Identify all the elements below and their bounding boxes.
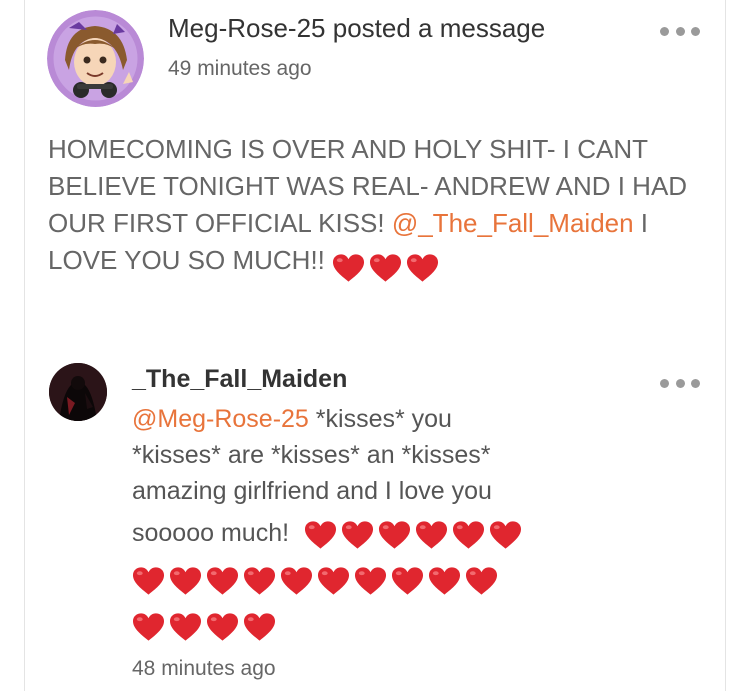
- post-action-text: posted a message: [332, 13, 546, 43]
- heart-emoji-icon: [391, 567, 424, 595]
- heart-emoji-icon: [489, 521, 522, 549]
- comment-line: sooooo much!: [132, 519, 290, 547]
- more-horizontal-icon: [691, 26, 700, 36]
- heart-emoji-icon: [243, 567, 276, 595]
- heart-emoji-icon: [428, 567, 461, 595]
- more-horizontal-icon: [691, 378, 700, 388]
- comment-hearts-row: [132, 566, 498, 596]
- heart-emoji-icon: [317, 567, 350, 595]
- post-title: Meg-Rose-25 posted a message: [168, 13, 545, 44]
- comment-text: *kisses* you: [308, 405, 452, 433]
- more-horizontal-icon: [660, 378, 669, 388]
- heart-emoji-icon: [465, 567, 498, 595]
- heart-emoji-icon: [169, 613, 202, 641]
- commenter-avatar[interactable]: [49, 363, 107, 421]
- heart-emoji-icon: [370, 254, 402, 282]
- heart-emoji-icon: [452, 521, 485, 549]
- comment-hearts-row: [304, 520, 522, 550]
- post-mention-link[interactable]: @_The_Fall_Maiden: [392, 208, 634, 238]
- heart-emoji-icon: [169, 567, 202, 595]
- post-hearts: [332, 248, 443, 285]
- commenter-name[interactable]: _The_Fall_Maiden: [132, 365, 347, 394]
- heart-emoji-icon: [280, 567, 313, 595]
- comment-message: @Meg-Rose-25 *kisses* you *kisses* are *…: [132, 401, 552, 509]
- heart-emoji-icon: [333, 254, 365, 282]
- comment-line: *kisses* are *kisses* an *kisses*: [132, 441, 491, 469]
- heart-emoji-icon: [206, 567, 239, 595]
- author-avatar[interactable]: [47, 10, 144, 107]
- heart-emoji-icon: [132, 567, 165, 595]
- post-timestamp: 49 minutes ago: [168, 57, 312, 80]
- comment-hearts-row: [132, 612, 276, 642]
- comment-mention-link[interactable]: @Meg-Rose-25: [132, 405, 309, 433]
- comment-more-options-button[interactable]: [660, 376, 700, 390]
- more-horizontal-icon: [675, 26, 685, 36]
- heart-emoji-icon: [132, 613, 165, 641]
- more-horizontal-icon: [660, 26, 669, 36]
- heart-emoji-icon: [415, 521, 448, 549]
- heart-emoji-icon: [341, 521, 374, 549]
- more-horizontal-icon: [675, 378, 685, 388]
- comment-line: amazing girlfriend and I love you: [132, 477, 492, 505]
- post-message: HOMECOMING IS OVER AND HOLY SHIT- I CANT…: [48, 131, 708, 285]
- heart-emoji-icon: [354, 567, 387, 595]
- post-author-name[interactable]: Meg-Rose-25: [168, 13, 326, 43]
- post-more-options-button[interactable]: [660, 24, 700, 38]
- heart-emoji-icon: [304, 521, 337, 549]
- comment-timestamp: 48 minutes ago: [132, 657, 276, 680]
- heart-emoji-icon: [206, 613, 239, 641]
- heart-emoji-icon: [407, 254, 439, 282]
- heart-emoji-icon: [243, 613, 276, 641]
- comment-line: @Meg-Rose-25 *kisses* you: [132, 401, 552, 437]
- heart-emoji-icon: [378, 521, 411, 549]
